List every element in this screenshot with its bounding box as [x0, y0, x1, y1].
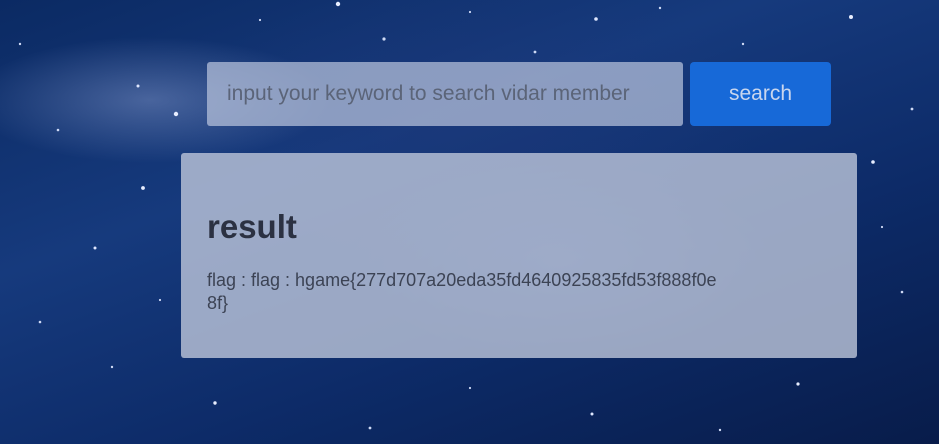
- search-button[interactable]: search: [690, 62, 831, 126]
- search-input[interactable]: [207, 62, 683, 126]
- result-text: flag : flag : hgame{277d707a20eda35fd464…: [207, 270, 717, 313]
- result-panel: result flag : flag : hgame{277d707a20eda…: [181, 153, 857, 358]
- result-title: result: [207, 208, 297, 245]
